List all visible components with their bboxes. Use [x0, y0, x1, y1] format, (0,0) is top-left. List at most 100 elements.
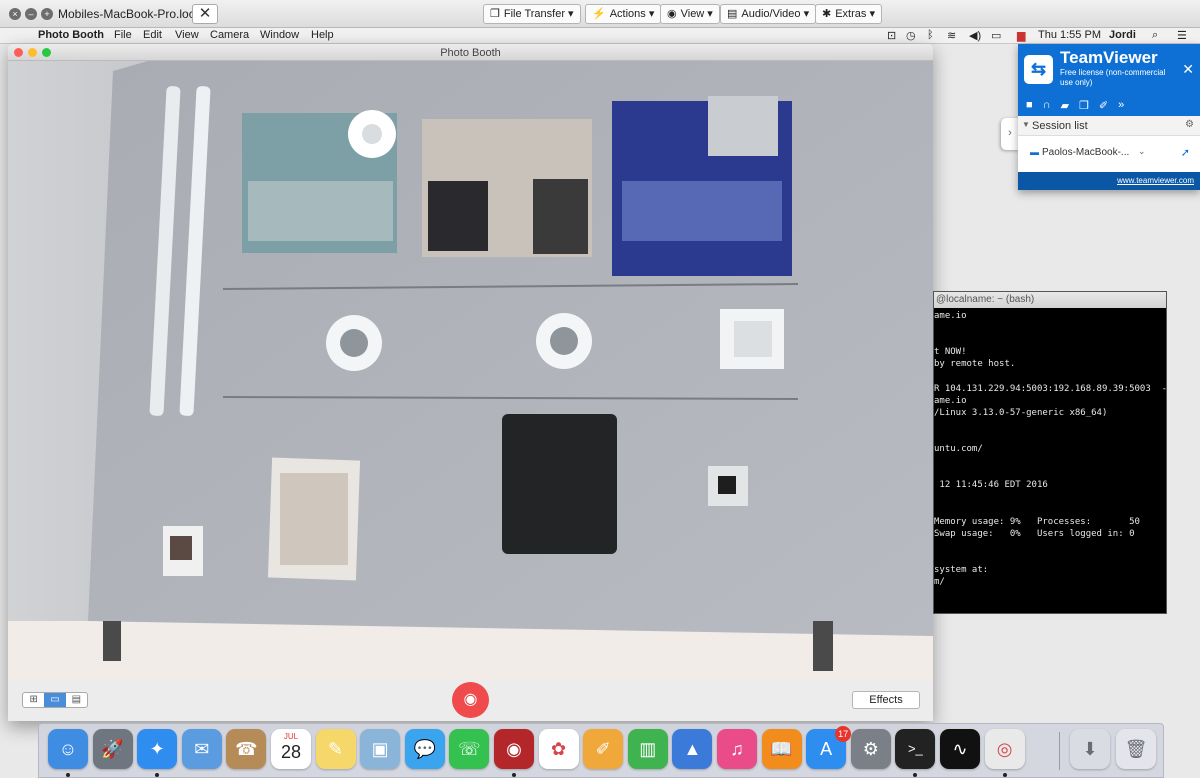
- menu-edit[interactable]: Edit: [143, 29, 162, 41]
- session-list-item[interactable]: ▬ Paolos-MacBook-... ⌄ ➚: [1018, 136, 1200, 172]
- time-machine-icon[interactable]: ◷: [906, 29, 916, 42]
- session-list-header[interactable]: ▼ Session list ⚙: [1018, 116, 1200, 136]
- spotlight-search-icon[interactable]: ⌕: [1152, 29, 1158, 42]
- layout-mode-toggle[interactable]: ⊞ ▭ ▤: [22, 692, 88, 708]
- photo-booth-bottom-bar: ⊞ ▭ ▤ ◉ Effects: [8, 680, 933, 721]
- running-indicator: [66, 773, 70, 777]
- running-indicator: [1002, 773, 1007, 777]
- trash-icon[interactable]: 🗑: [1116, 729, 1156, 769]
- tv-action-icons: ■ ∩ ▰ ❐ ✐ »: [1026, 99, 1124, 112]
- headset-icon[interactable]: ∩: [1043, 99, 1051, 112]
- view-button[interactable]: ◉ View ▾: [660, 4, 720, 24]
- mail-icon[interactable]: ✉: [181, 729, 222, 769]
- ibooks-icon[interactable]: 📖: [761, 729, 802, 769]
- launchpad-icon[interactable]: 🚀: [92, 729, 133, 769]
- pages-icon[interactable]: ✐: [583, 729, 624, 769]
- calendar-month: JUL: [283, 732, 299, 741]
- finder-icon[interactable]: ☺: [48, 729, 88, 769]
- menu-window[interactable]: Window: [260, 29, 299, 41]
- activity-monitor-icon[interactable]: ∿: [940, 729, 980, 769]
- running-indicator: [512, 773, 516, 777]
- tv-close-session-button[interactable]: ✕: [192, 4, 218, 24]
- tv-panel-collapse-tab[interactable]: ›: [1001, 118, 1019, 150]
- terminal-icon[interactable]: >_: [895, 729, 936, 769]
- calendar-day: 28: [280, 742, 302, 762]
- menu-clock[interactable]: Thu 1:55 PM: [1038, 29, 1101, 41]
- input-source-flag-icon[interactable]: ▆: [1017, 29, 1025, 42]
- file-transfer-button[interactable]: ❐ File Transfer ▾: [483, 4, 581, 24]
- photo-booth-icon[interactable]: ◉: [494, 729, 534, 769]
- menu-help[interactable]: Help: [311, 29, 334, 41]
- tv-close-window-icon[interactable]: ×: [9, 8, 21, 20]
- facetime-icon[interactable]: ☏: [449, 729, 490, 769]
- calendar-icon[interactable]: JUL 28: [271, 729, 311, 769]
- video-icon[interactable]: ■: [1026, 99, 1033, 112]
- volume-icon[interactable]: ◀): [969, 29, 981, 42]
- extras-button[interactable]: ✱ Extras ▾: [815, 4, 882, 24]
- notes-icon[interactable]: ✎: [315, 729, 356, 769]
- tv-license-text: Free license (non-commercial use only): [1060, 68, 1166, 87]
- menu-view[interactable]: View: [175, 29, 199, 41]
- contacts-icon[interactable]: ☎: [226, 729, 267, 769]
- more-icon[interactable]: »: [1118, 99, 1124, 112]
- strip-view-icon[interactable]: ▤: [66, 693, 87, 707]
- messages-icon[interactable]: 💬: [404, 729, 445, 769]
- downloads-stack-icon[interactable]: ⬇: [1070, 729, 1110, 769]
- tv-panel-close-icon[interactable]: ✕: [1182, 61, 1194, 78]
- app-store-badge: 17: [835, 726, 852, 742]
- menu-file[interactable]: File: [114, 29, 132, 41]
- effects-button[interactable]: Effects: [852, 691, 920, 709]
- battery-icon[interactable]: ▭: [991, 29, 1001, 42]
- wifi-icon[interactable]: ≋: [947, 29, 956, 42]
- app-store-icon[interactable]: A 17: [806, 726, 852, 769]
- take-photo-button[interactable]: ◉: [452, 682, 489, 718]
- running-indicator: [913, 773, 918, 777]
- system-preferences-icon[interactable]: ⚙: [850, 729, 891, 769]
- tv-fullscreen-window-icon[interactable]: +: [41, 8, 53, 20]
- menu-bar: Photo Booth File Edit View Camera Window…: [0, 28, 1200, 44]
- chevron-right-icon: ›: [1008, 127, 1012, 139]
- itunes-icon[interactable]: ♫: [717, 729, 757, 769]
- teamviewer-logo-icon: ⇆: [1024, 55, 1053, 84]
- settings-gear-icon[interactable]: ⚙: [1185, 119, 1194, 130]
- numbers-icon[interactable]: ▥: [627, 729, 668, 769]
- file-transfer-icon: ❐: [490, 8, 500, 20]
- chat-bubble-icon[interactable]: ▰: [1061, 99, 1069, 112]
- chrome-icon[interactable]: ◎: [984, 729, 1025, 769]
- keynote-icon[interactable]: ▲: [672, 729, 713, 769]
- bluetooth-icon[interactable]: ᛒ: [927, 29, 934, 41]
- chat-icon: ▤: [727, 8, 738, 20]
- terminal-window[interactable]: @localname: ~ (bash) ame.io t NOW! by rem…: [933, 291, 1167, 614]
- terminal-title: @localname: ~ (bash): [934, 292, 1166, 308]
- grid-view-icon[interactable]: ⊞: [23, 693, 44, 707]
- photos-icon[interactable]: ✿: [538, 729, 579, 769]
- single-view-icon[interactable]: ▭: [44, 693, 66, 707]
- teamviewer-status-icon[interactable]: ⊡: [887, 29, 896, 42]
- actions-button[interactable]: ⚡ Actions ▾: [585, 4, 662, 24]
- tv-minimize-window-icon[interactable]: –: [25, 8, 37, 20]
- audio-video-button[interactable]: ▤ Audio/Video ▾: [720, 4, 817, 24]
- teamviewer-website-link[interactable]: www.teamviewer.com: [1018, 172, 1200, 190]
- terminal-line: 12 11:45:46 EDT 2016: [934, 480, 1048, 491]
- menu-app-name[interactable]: Photo Booth: [38, 29, 104, 41]
- photo-booth-title: Photo Booth: [440, 47, 501, 59]
- tools-icon[interactable]: ✐: [1099, 99, 1108, 112]
- terminal-line: ame.io: [934, 395, 967, 406]
- files-icon[interactable]: ❐: [1079, 99, 1089, 112]
- terminal-line: system at:: [934, 564, 989, 575]
- session-item-name: Paolos-MacBook-...: [1042, 147, 1130, 158]
- safari-icon[interactable]: ✦: [137, 729, 178, 769]
- dock: ☺ 🚀 ✦ ✉ ☎ JUL 28 ✎ ▣ 💬 ☏ ◉ ✿ ✐ ▥ ▲ ♫ 📖 A 17 ⚙ >_ ∿ ◎ ⬇ 🗑: [38, 723, 1164, 778]
- menu-camera[interactable]: Camera: [210, 29, 249, 41]
- cursor-icon[interactable]: ➚: [1181, 146, 1190, 159]
- menu-user[interactable]: Jordi: [1109, 29, 1136, 41]
- notification-center-icon[interactable]: ☰: [1177, 29, 1187, 42]
- chevron-down-icon[interactable]: ⌄: [1138, 146, 1146, 157]
- preview-icon[interactable]: ▣: [360, 729, 401, 769]
